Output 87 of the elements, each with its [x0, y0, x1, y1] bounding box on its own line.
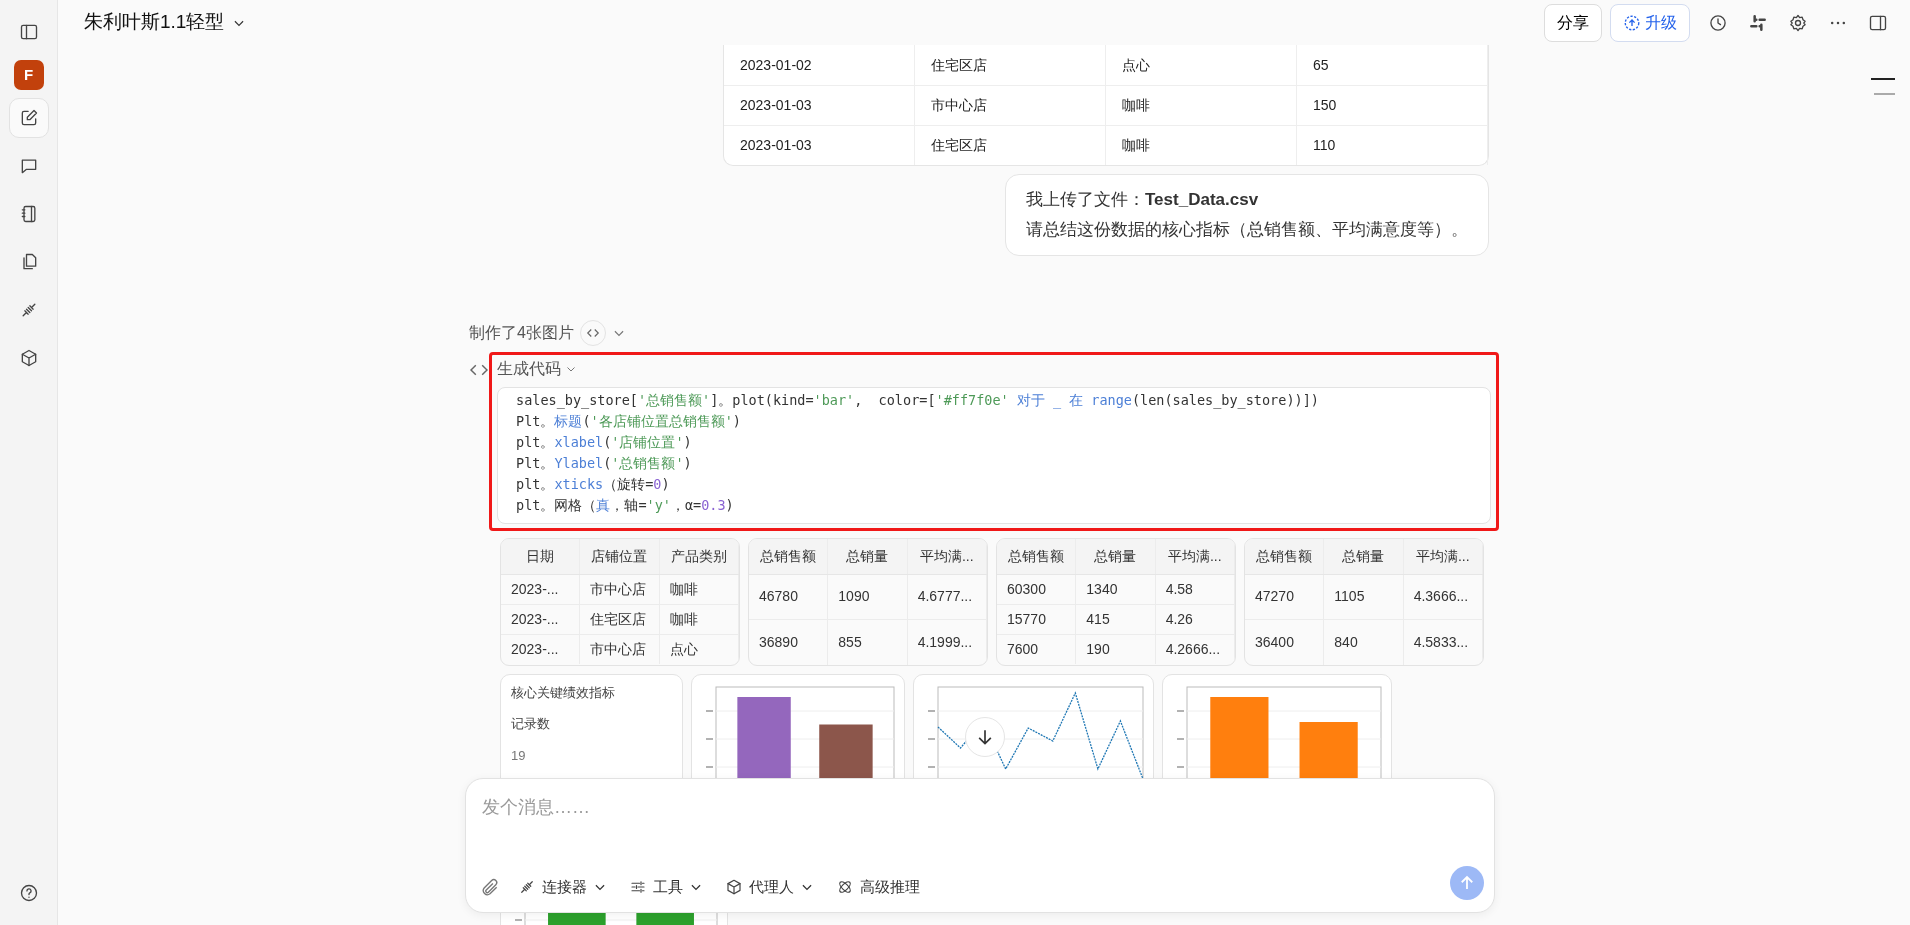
table-cell: 60300 — [997, 574, 1077, 604]
table-cell: 点心 — [659, 635, 739, 665]
code-line: plt。xticks（旋转=0) — [516, 474, 671, 494]
kpi-title: 核心关键绩效指标 — [511, 683, 616, 702]
table-cell: 咖啡 — [659, 604, 739, 635]
table-cell: 4.5833... — [1403, 620, 1483, 665]
table-cell: 1340 — [1076, 574, 1156, 604]
code-toggle-button[interactable] — [579, 319, 606, 346]
table-cell: 4.58 — [1155, 574, 1235, 604]
table-cell: 7600 — [997, 635, 1077, 665]
sidebar-toggle-icon[interactable] — [18, 22, 39, 42]
table-cell: 住宅区店 — [580, 604, 660, 635]
cube-icon — [725, 877, 743, 896]
table-cell: 咖啡 — [1106, 126, 1297, 165]
column-header: 总销售额 — [1245, 538, 1325, 574]
table-cell: 2023-... — [501, 574, 581, 604]
column-header: 总销售额 — [749, 538, 829, 574]
tool-dropdown[interactable]: 工具 — [625, 873, 707, 900]
table-cell: 36400 — [1245, 620, 1325, 665]
table-cell: 住宅区店 — [915, 126, 1106, 165]
table-cell: 840 — [1324, 620, 1404, 665]
code-line: Plt。Ylabel('总销售额') — [516, 453, 693, 473]
column-header: 平均满... — [1403, 538, 1483, 574]
table-cell: 4.3666... — [1403, 574, 1483, 619]
table-cell: 855 — [828, 620, 908, 665]
column-header: 产品类别 — [659, 538, 739, 574]
table-cell: 36890 — [749, 620, 829, 665]
table-cell: 市中心店 — [580, 635, 660, 665]
table-cell: 46780 — [749, 574, 829, 619]
table-cell: 咖啡 — [659, 574, 739, 604]
sidebar-item[interactable] — [8, 98, 49, 138]
column-header: 平均满... — [1155, 538, 1235, 574]
help-icon[interactable] — [18, 883, 39, 903]
message-input[interactable]: 发个消息…… — [480, 793, 1380, 822]
upload-circle-icon — [1623, 13, 1641, 32]
column-header: 总销售额 — [997, 538, 1077, 574]
outline-lines-icon[interactable] — [1870, 76, 1896, 97]
code-section-title[interactable]: 生成代码 — [497, 356, 561, 381]
table-cell: 市中心店 — [580, 574, 660, 604]
message-text: 请总结这份数据的核心指标（总销售额、平均满意度等）。 — [1026, 218, 1468, 241]
table-cell: 1090 — [828, 574, 908, 619]
arrow-up-icon — [1458, 874, 1476, 892]
upgrade-button[interactable]: 升级 — [1610, 3, 1690, 42]
table-cell: 2023-... — [501, 635, 581, 665]
message-text: 我上传了文件：Test_Data.csv — [1026, 189, 1260, 211]
model-title[interactable]: 朱利叶斯1.1轻型 — [84, 8, 225, 37]
table-cell: 点心 — [1106, 45, 1297, 85]
tool-dropdown[interactable]: 连接器 — [514, 873, 611, 900]
table-cell: 4.2666... — [1155, 635, 1235, 665]
table-cell: 4.26 — [1155, 604, 1235, 635]
table-cell: 1105 — [1324, 574, 1404, 619]
column-header: 总销量 — [828, 538, 908, 574]
table-cell: 150 — [1297, 86, 1488, 125]
column-header: 店铺位置 — [580, 538, 660, 574]
code-line: plt。网格（真，轴='y'，α=0.3) — [516, 495, 735, 515]
table-cell: 4.6777... — [907, 574, 987, 619]
paperclip-icon[interactable] — [480, 877, 500, 898]
table-cell: 2023-01-03 — [724, 86, 915, 125]
kpi-label: 记录数 — [511, 715, 551, 733]
table-cell: 2023-... — [501, 604, 581, 635]
kpi-value: 19 — [511, 746, 527, 765]
table-cell: 2023-01-02 — [724, 45, 915, 85]
table-cell: 47270 — [1245, 574, 1325, 619]
code-line: Plt。标题('各店铺位置总销售额') — [516, 411, 742, 431]
table-cell: 4.1999... — [907, 620, 987, 665]
avatar[interactable]: F — [13, 60, 44, 90]
column-header: 总销量 — [1324, 538, 1404, 574]
table-cell: 2023-01-03 — [724, 126, 915, 165]
column-header: 平均满... — [907, 538, 987, 574]
table-cell: 15770 — [997, 604, 1077, 635]
reasoning-toggle[interactable]: 高级推理 — [832, 873, 924, 900]
tool-dropdown[interactable]: 代理人 — [721, 873, 818, 900]
history-icon[interactable] — [1708, 12, 1728, 33]
share-button[interactable]: 分享 — [1544, 3, 1602, 42]
code-line: plt。xlabel('店铺位置') — [516, 432, 693, 452]
table-cell: 110 — [1297, 126, 1488, 165]
table-cell: 咖啡 — [1106, 86, 1297, 125]
table-cell: 190 — [1076, 635, 1156, 665]
table-cell: 住宅区店 — [915, 45, 1106, 85]
code-line: sales_by_store['总销售额']。plot(kind='bar', color=['#ff7f0e' 对于 _ 在 range(len(sales_by_store))]) — [516, 390, 1320, 411]
table-cell: 65 — [1297, 45, 1488, 85]
table-cell: 415 — [1076, 604, 1156, 635]
column-header: 总销量 — [1076, 538, 1156, 574]
images-note: 制作了4张图片 — [469, 322, 574, 343]
column-header: 日期 — [501, 538, 581, 574]
table-cell: 市中心店 — [915, 86, 1106, 125]
settings-icon[interactable] — [1788, 12, 1808, 33]
